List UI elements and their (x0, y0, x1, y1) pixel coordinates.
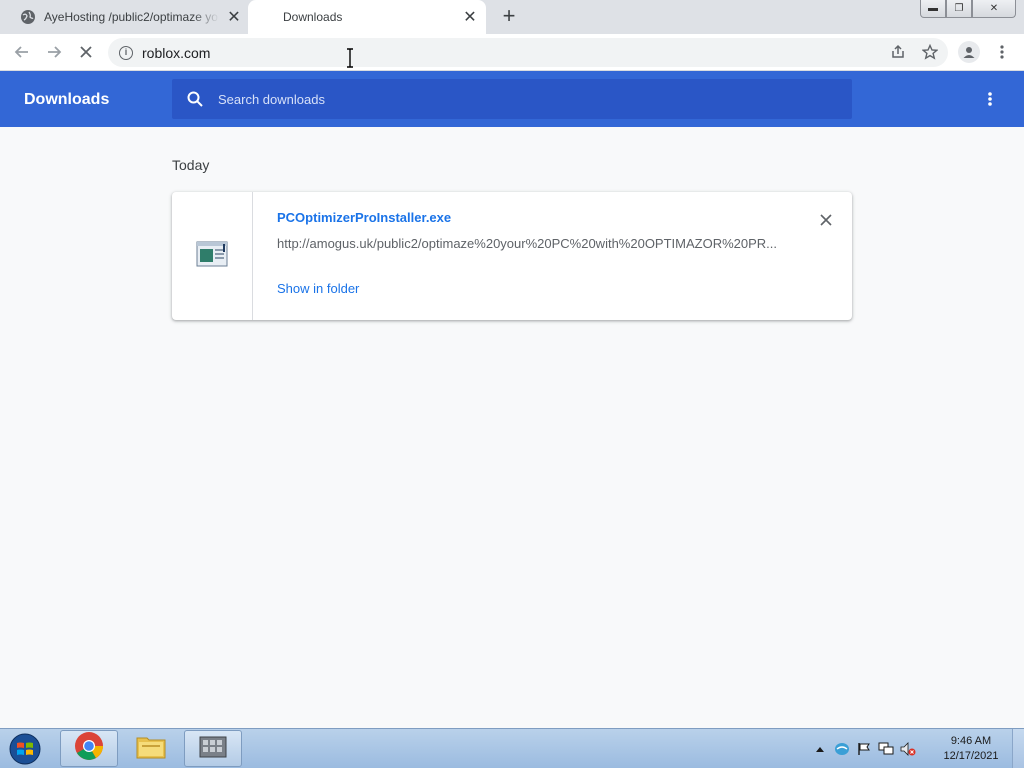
back-icon[interactable] (10, 40, 34, 64)
forward-icon[interactable] (42, 40, 66, 64)
address-text: roblox.com (142, 44, 211, 61)
minimize-button[interactable]: ▬ (920, 0, 946, 18)
system-tray (812, 733, 916, 765)
system-clock[interactable]: 9:46 AM 12/17/2021 (936, 734, 1006, 764)
file-url: http://amogus.uk/public2/optimaze%20your… (277, 236, 777, 251)
search-icon (186, 90, 204, 108)
action-center-flag-icon[interactable] (856, 741, 872, 757)
tab-strip: AyeHosting /public2/optimaze your PC wit… (0, 0, 1024, 34)
share-icon[interactable] (887, 41, 909, 63)
window-controls: ▬ ❐ ✕ (920, 0, 1016, 18)
page-title: Downloads (24, 91, 110, 108)
taskbar: 9:46 AM 12/17/2021 (0, 728, 1024, 768)
tab-close-icon[interactable]: ✕ (226, 9, 242, 26)
taskbar-installer-button[interactable] (184, 730, 242, 767)
browser-menu-icon[interactable] (992, 41, 1012, 63)
tab-title: AyeHosting /public2/optimaze your PC wit… (44, 10, 219, 24)
date-heading: Today (172, 157, 210, 173)
close-window-button[interactable]: ✕ (972, 0, 1016, 18)
tab-downloads[interactable]: Downloads ✕ (248, 0, 486, 34)
explorer-icon (135, 732, 167, 765)
globe-icon (20, 9, 36, 25)
tab-close-icon[interactable]: ✕ (462, 9, 478, 26)
network-icon[interactable] (878, 741, 894, 757)
tab-title: Downloads (283, 10, 343, 24)
search-box[interactable] (172, 79, 852, 119)
show-in-folder-link[interactable]: Show in folder (277, 281, 359, 296)
download-item: PCOptimizerProInstaller.exe http://amogu… (172, 192, 852, 320)
address-bar[interactable]: i roblox.com (108, 38, 948, 67)
start-button[interactable] (4, 731, 46, 767)
show-hidden-icons-icon[interactable] (812, 741, 828, 757)
chrome-icon (74, 731, 104, 766)
show-desktop-button[interactable] (1012, 729, 1024, 768)
file-icon-column (172, 192, 253, 320)
clock-time: 9:46 AM (950, 735, 992, 747)
downloads-header: Downloads (0, 71, 1024, 127)
bookmark-star-icon[interactable] (919, 41, 941, 63)
search-input[interactable] (218, 91, 818, 107)
security-essentials-icon[interactable] (834, 741, 850, 757)
browser-toolbar: i roblox.com (0, 34, 1024, 71)
restore-button[interactable]: ❐ (946, 0, 972, 18)
volume-muted-icon[interactable] (900, 741, 916, 757)
downloads-menu-icon[interactable] (980, 89, 1000, 109)
installer-icon (198, 733, 228, 764)
remove-download-icon[interactable] (816, 210, 836, 230)
clock-date: 12/17/2021 (943, 750, 999, 762)
installer-file-icon (196, 240, 228, 273)
new-tab-button[interactable]: + (499, 5, 519, 27)
taskbar-explorer-button[interactable] (122, 730, 180, 767)
profile-avatar-icon[interactable] (958, 41, 980, 63)
file-name-link[interactable]: PCOptimizerProInstaller.exe (277, 210, 451, 225)
taskbar-chrome-button[interactable] (60, 730, 118, 767)
stop-loading-icon[interactable] (74, 40, 98, 64)
site-info-icon[interactable]: i (119, 45, 133, 60)
text-cursor-icon (344, 48, 356, 68)
tab-ayehosting[interactable]: AyeHosting /public2/optimaze your PC wit… (8, 0, 246, 34)
